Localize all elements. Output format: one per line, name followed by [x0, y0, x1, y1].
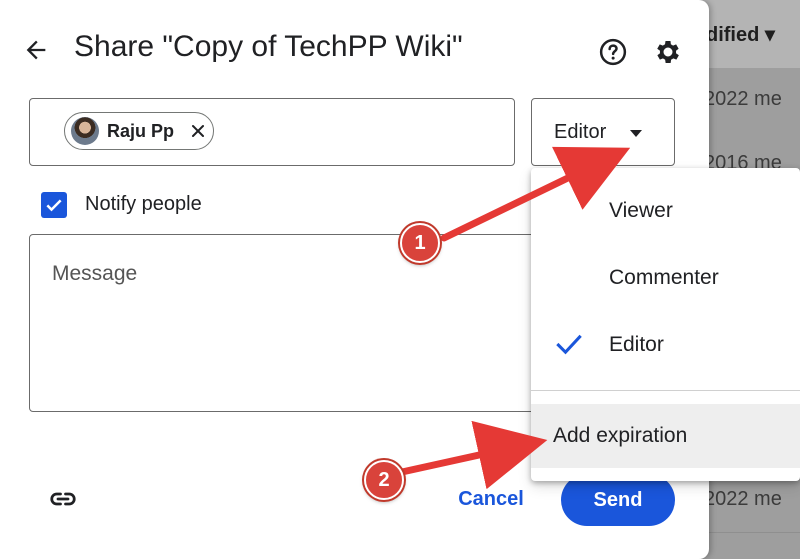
menu-item-label: Viewer — [609, 199, 673, 222]
sort-arrow-icon: ▾ — [764, 24, 775, 46]
menu-item-label: Editor — [609, 333, 664, 356]
copy-link-button[interactable] — [46, 484, 80, 514]
drive-row[interactable]: 2022 me — [700, 68, 800, 133]
back-button[interactable] — [20, 34, 52, 66]
row-date: 2022 me — [704, 488, 782, 510]
dialog-title: Share "Copy of TechPP Wiki" — [74, 30, 463, 63]
menu-divider — [531, 390, 800, 391]
menu-item-viewer[interactable]: Viewer — [531, 178, 800, 244]
message-placeholder: Message — [52, 262, 138, 285]
close-icon[interactable] — [188, 121, 208, 141]
menu-item-label: Commenter — [609, 266, 719, 289]
role-dropdown[interactable]: Editor — [531, 98, 675, 166]
arrow-back-icon — [26, 40, 46, 60]
annotation-marker-2: 2 — [364, 460, 404, 500]
avatar — [71, 117, 99, 145]
caret-down-icon — [630, 130, 642, 137]
check-icon — [556, 334, 582, 355]
menu-item-label: Add expiration — [553, 424, 688, 447]
role-selected-label: Editor — [554, 121, 607, 143]
menu-item-commenter[interactable]: Commenter — [531, 245, 800, 311]
cancel-button[interactable]: Cancel — [445, 476, 537, 522]
sort-modified-header[interactable]: dified ▾ — [706, 22, 775, 47]
settings-button[interactable] — [653, 37, 683, 67]
link-icon — [50, 492, 76, 506]
gear-icon — [657, 41, 679, 63]
checkmark-icon — [46, 199, 62, 212]
role-menu: Viewer Commenter Editor Add expiration — [531, 168, 800, 481]
menu-item-editor[interactable]: Editor — [531, 312, 800, 378]
chip-name: Raju Pp — [107, 120, 175, 141]
help-icon — [599, 38, 627, 66]
row-date: 2022 me — [704, 88, 782, 110]
help-button[interactable] — [598, 37, 628, 67]
annotation-marker-1: 1 — [400, 223, 440, 263]
notify-checkbox[interactable] — [41, 192, 67, 218]
menu-item-add-expiration[interactable]: Add expiration — [531, 404, 800, 468]
send-button[interactable]: Send — [561, 474, 675, 526]
message-textarea[interactable]: Message — [29, 234, 549, 412]
notify-label: Notify people — [85, 193, 202, 215]
people-input[interactable]: Raju Pp — [29, 98, 515, 166]
person-chip[interactable]: Raju Pp — [64, 112, 214, 150]
sort-label: dified — [706, 24, 760, 46]
